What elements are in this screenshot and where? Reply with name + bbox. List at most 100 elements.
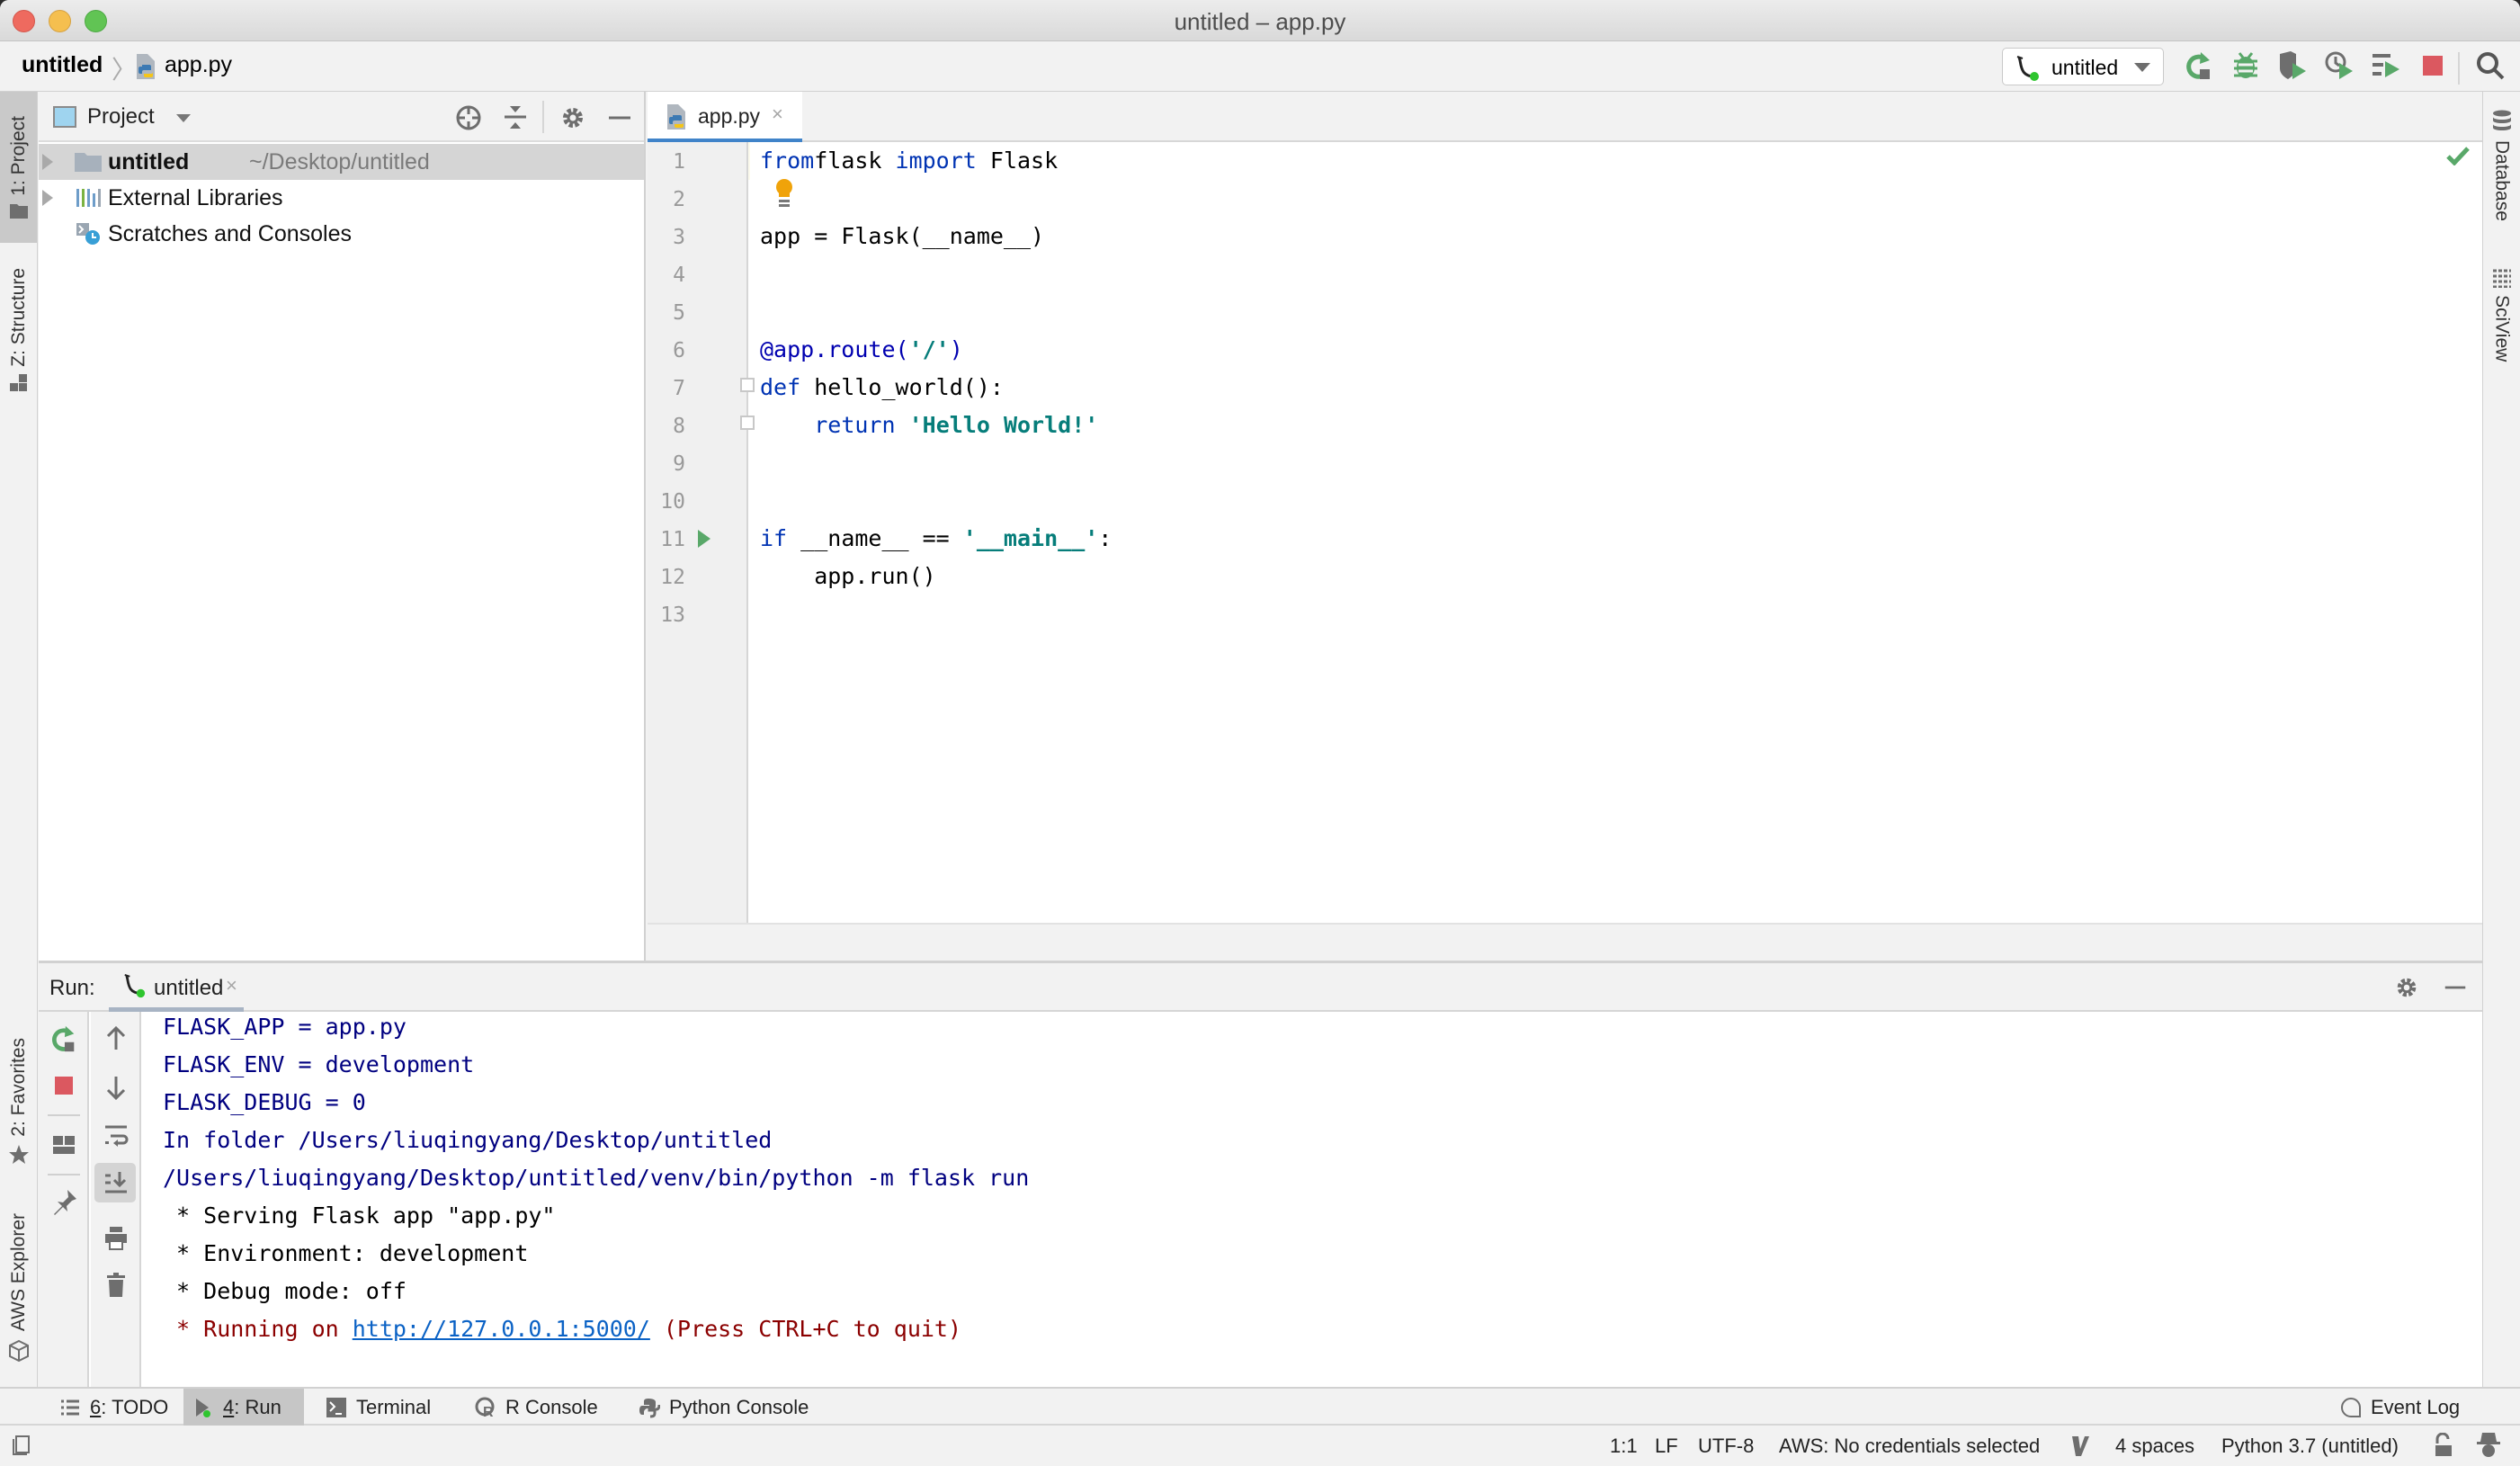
code-line[interactable]: def hello_world():	[760, 374, 1004, 400]
stop-icon[interactable]	[2417, 50, 2448, 81]
aws-credentials[interactable]: AWS: No credentials selected	[1779, 1435, 2040, 1458]
close-tab-icon[interactable]: ×	[772, 103, 783, 126]
hector-inspector-icon[interactable]	[2475, 1431, 2502, 1460]
layout-icon[interactable]	[49, 1131, 78, 1159]
run-gutter-icon[interactable]	[698, 530, 710, 548]
chevron-down-icon[interactable]	[176, 114, 191, 122]
ide-window: untitled – app.py untitled 〉 app.py unti…	[0, 0, 2520, 1466]
python-interpreter[interactable]: Python 3.7 (untitled)	[2221, 1435, 2399, 1458]
locate-file-icon[interactable]	[454, 103, 483, 132]
chevron-down-icon	[2134, 63, 2150, 72]
run-configuration-selector[interactable]: untitled	[2002, 48, 2164, 85]
event-log-icon	[2341, 1397, 2361, 1417]
hide-panel-icon[interactable]	[605, 103, 634, 132]
mnemonic-key: 4	[223, 1395, 235, 1418]
trash-icon[interactable]	[102, 1271, 130, 1300]
stop-icon[interactable]	[49, 1071, 78, 1100]
indent-setting[interactable]: 4 spaces	[2115, 1435, 2194, 1458]
rerun-icon[interactable]	[2184, 50, 2214, 81]
gear-icon[interactable]	[559, 103, 587, 132]
breadcrumb-project[interactable]: untitled	[22, 52, 103, 78]
caret-position[interactable]: 1:1	[1610, 1435, 1638, 1458]
tool-tab-project[interactable]: 1: Project	[0, 92, 37, 243]
scroll-to-end-icon[interactable]	[102, 1168, 130, 1197]
database-icon	[2492, 110, 2511, 130]
project-view-selector[interactable]: Project	[87, 104, 155, 130]
run-icon	[196, 1398, 210, 1417]
tree-item-scratches[interactable]: Scratches and Consoles	[39, 216, 644, 252]
tool-tab-todo[interactable]: 6: TODO	[50, 1389, 177, 1426]
breadcrumb-file[interactable]: app.py	[165, 52, 232, 78]
gear-icon[interactable]	[2393, 974, 2420, 1001]
arrow-down-icon[interactable]	[102, 1073, 130, 1102]
run-tab-untitled[interactable]: untitled ×	[109, 963, 244, 1012]
code-line[interactable]: if __name__ == '__main__':	[760, 525, 1112, 551]
console-output[interactable]: FLASK_APP = app.py FLASK_ENV = developmen…	[143, 1012, 2482, 1390]
expand-arrow-icon[interactable]	[42, 154, 53, 170]
line-number: 7	[673, 377, 685, 400]
console-line: * Debug mode: off	[163, 1278, 407, 1304]
search-icon[interactable]	[2475, 50, 2506, 81]
run-concurrency-icon[interactable]	[2371, 50, 2401, 81]
svg-text:R: R	[483, 1405, 494, 1418]
code-line[interactable]: app = Flask(__name__)	[760, 223, 1044, 249]
mnemonic-key: 6	[90, 1395, 102, 1418]
line-number: 2	[673, 188, 685, 211]
tool-tab-structure[interactable]: Z: Structure	[0, 254, 37, 407]
fold-marker-icon[interactable]	[740, 416, 755, 430]
tree-item-project-root[interactable]: untitled ~/Desktop/untitled	[39, 144, 644, 180]
pin-icon[interactable]	[49, 1188, 78, 1217]
lightbulb-icon[interactable]	[774, 178, 794, 209]
hide-panel-icon[interactable]	[2442, 974, 2469, 1001]
breadcrumb-separator: 〉	[112, 56, 138, 84]
collapse-all-icon[interactable]	[501, 103, 530, 132]
print-icon[interactable]	[102, 1224, 130, 1253]
profile-icon[interactable]	[2324, 50, 2355, 81]
tool-tab-favorites[interactable]: 2: Favorites	[0, 1024, 37, 1180]
soft-wrap-icon[interactable]	[102, 1122, 130, 1150]
editor-tab-app-py[interactable]: app.py ×	[648, 92, 802, 142]
tool-tab-aws-explorer[interactable]: AWS Explorer	[0, 1198, 37, 1378]
console-line: * Environment: development	[163, 1240, 528, 1266]
arrow-up-icon[interactable]	[102, 1024, 130, 1053]
tree-item-external-libraries[interactable]: External Libraries	[39, 180, 644, 216]
debug-icon[interactable]	[2230, 50, 2261, 81]
inspection-ok-icon[interactable]	[2446, 146, 2470, 165]
tool-tab-terminal[interactable]: Terminal	[317, 1389, 440, 1426]
tool-tab-run[interactable]: 4: Run	[183, 1389, 304, 1426]
code-token: if	[760, 525, 788, 551]
toggle-tool-windows-icon[interactable]	[11, 1435, 32, 1456]
code-line[interactable]: @app.route('/')	[760, 336, 963, 362]
tree-item-label: External Libraries	[108, 184, 283, 210]
tool-tab-python-console[interactable]: Python Console	[630, 1389, 818, 1426]
file-encoding[interactable]: UTF-8	[1698, 1435, 1754, 1458]
line-number: 11	[660, 528, 685, 551]
tool-tab-sciview[interactable]: SciView	[2483, 268, 2520, 362]
unlock-icon[interactable]	[2434, 1433, 2453, 1458]
tool-tab-label: Database	[2491, 140, 2513, 221]
fold-marker-icon[interactable]	[740, 378, 755, 392]
code-line[interactable]: app.run()	[760, 563, 935, 589]
tool-tab-label: : Run	[234, 1395, 281, 1418]
run-with-coverage-icon[interactable]	[2277, 50, 2308, 81]
code-token: Flask	[976, 147, 1059, 174]
line-number: 12	[660, 566, 685, 589]
tool-tab-database[interactable]: Database	[2483, 110, 2520, 221]
console-line: * Running on http://127.0.0.1:5000/ (Pre…	[163, 1316, 961, 1342]
code-line[interactable]: return 'Hello World!'	[760, 412, 1098, 438]
close-tab-icon[interactable]: ×	[226, 974, 237, 997]
code-line[interactable]: fromflask import Flask	[760, 147, 1058, 174]
expand-arrow-icon[interactable]	[42, 190, 53, 206]
scratches-icon	[76, 223, 100, 245]
line-separator[interactable]: LF	[1655, 1435, 1678, 1458]
tool-tab-label: : TODO	[101, 1395, 169, 1418]
vim-icon[interactable]	[2069, 1435, 2092, 1458]
tool-tab-r-console[interactable]: R R Console	[466, 1389, 607, 1426]
console-text: * Serving Flask app "app.py"	[163, 1202, 556, 1229]
tool-tab-label: 2: Favorites	[7, 1038, 29, 1137]
project-panel-header: Project	[39, 92, 644, 142]
server-url-link[interactable]: http://127.0.0.1:5000/	[353, 1316, 650, 1342]
rerun-icon[interactable]	[49, 1024, 78, 1053]
tool-tab-event-log[interactable]: Event Log	[2331, 1389, 2469, 1426]
